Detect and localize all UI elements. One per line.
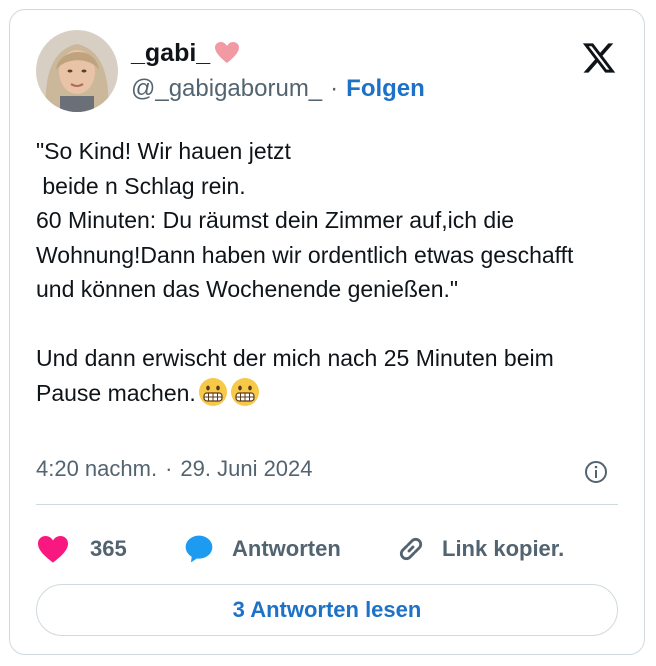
heart-icon — [38, 536, 68, 563]
separator-dot: · — [330, 75, 339, 102]
grimacing-face-icon — [198, 377, 228, 407]
tweet-time: 4:20 nachm. — [36, 456, 158, 481]
copy-link-label: Link kopier. — [442, 536, 565, 561]
copy-link-button[interactable]: Link kopier. — [394, 532, 564, 566]
reply-button[interactable]: Antworten — [182, 533, 394, 565]
x-logo-icon[interactable] — [580, 40, 618, 76]
tweet-timestamp[interactable]: 4:20 nachm. · 29. Juni 2024 — [36, 454, 313, 484]
follow-button[interactable]: Folgen — [346, 74, 425, 104]
link-icon — [399, 537, 423, 561]
tweet-card: _gabi_ @_gabigaborum_ · Folgen "So Kind!… — [9, 9, 645, 655]
tweet-text: "So Kind! Wir hauen jetzt beide n Schlag… — [36, 134, 616, 410]
read-replies-button[interactable]: 3 Antworten lesen — [36, 584, 618, 636]
separator-dot: · — [165, 456, 173, 481]
grimacing-face-icon — [230, 377, 260, 407]
like-count: 365 — [90, 536, 127, 561]
user-handle[interactable]: @_gabigaborum_ — [131, 74, 322, 104]
tweet-date: 29. Juni 2024 — [180, 456, 313, 481]
reply-label: Antworten — [232, 536, 341, 561]
info-icon[interactable] — [584, 460, 608, 484]
action-bar: 365 Antworten Link kopier. — [36, 528, 596, 570]
pink-heart-icon — [214, 41, 240, 65]
speech-bubble-icon — [185, 535, 213, 563]
avatar[interactable] — [36, 30, 118, 112]
tweet-body: "So Kind! Wir hauen jetzt beide n Schlag… — [36, 138, 574, 406]
like-button[interactable]: 365 — [36, 534, 182, 564]
display-name[interactable]: _gabi_ — [131, 38, 210, 68]
divider — [36, 504, 618, 505]
